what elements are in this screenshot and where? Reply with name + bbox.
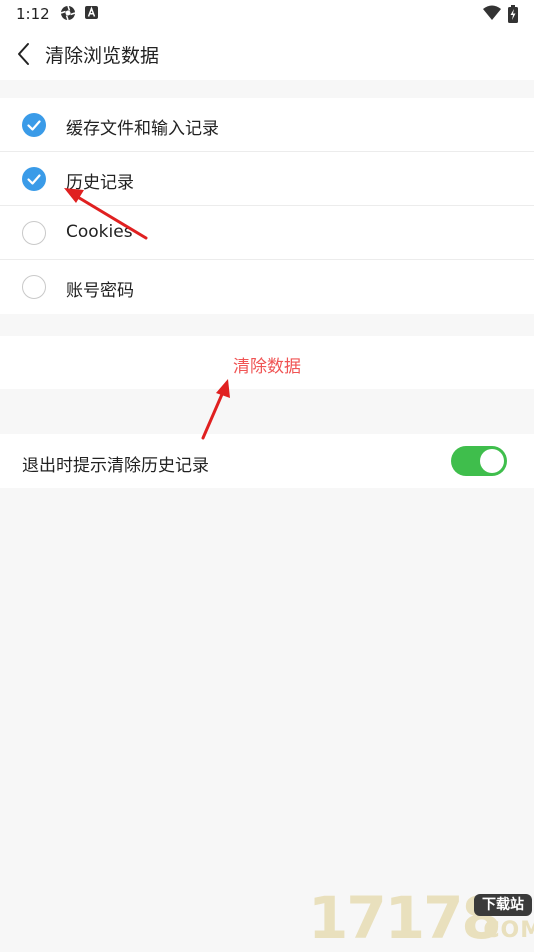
wifi-icon xyxy=(483,5,501,25)
clear-options-list: 缓存文件和输入记录 历史记录 Cookies 账号密码 xyxy=(0,98,534,314)
checkbox-unchecked-icon[interactable] xyxy=(22,221,46,245)
a-badge-icon xyxy=(85,5,99,25)
back-button[interactable] xyxy=(12,40,38,68)
top-bar: 清除浏览数据 xyxy=(0,28,534,80)
status-time: 1:12 xyxy=(16,5,50,23)
option-label: Cookies xyxy=(66,222,133,242)
clear-data-label: 清除数据 xyxy=(233,357,301,377)
checkbox-unchecked-icon[interactable] xyxy=(22,275,46,299)
watermark-number: 17178 xyxy=(308,884,502,952)
option-cache-files[interactable]: 缓存文件和输入记录 xyxy=(0,98,534,152)
option-label: 历史记录 xyxy=(66,173,134,193)
clear-data-button[interactable]: 清除数据 xyxy=(0,336,534,389)
chevron-left-icon xyxy=(18,43,29,65)
page-title: 清除浏览数据 xyxy=(45,45,160,67)
settings-flower-icon xyxy=(60,5,76,25)
checkbox-checked-icon[interactable] xyxy=(22,167,46,191)
exit-prompt-setting: 退出时提示清除历史记录 xyxy=(0,434,534,488)
toggle-knob xyxy=(480,449,504,473)
option-label: 缓存文件和输入记录 xyxy=(66,119,219,139)
option-label: 账号密码 xyxy=(66,281,134,301)
watermark-domain: .COM xyxy=(474,918,534,943)
watermark-logo: 17178 下载站 .COM xyxy=(308,886,534,950)
option-history[interactable]: 历史记录 xyxy=(0,152,534,206)
watermark-badge: 下载站 xyxy=(474,894,532,916)
checkbox-checked-icon[interactable] xyxy=(22,113,46,137)
exit-prompt-toggle[interactable] xyxy=(451,446,507,476)
status-bar: 1:12 xyxy=(0,0,534,28)
battery-charging-icon xyxy=(508,5,518,27)
option-passwords[interactable]: 账号密码 xyxy=(0,260,534,314)
option-cookies[interactable]: Cookies xyxy=(0,206,534,260)
exit-prompt-label: 退出时提示清除历史记录 xyxy=(22,456,209,476)
